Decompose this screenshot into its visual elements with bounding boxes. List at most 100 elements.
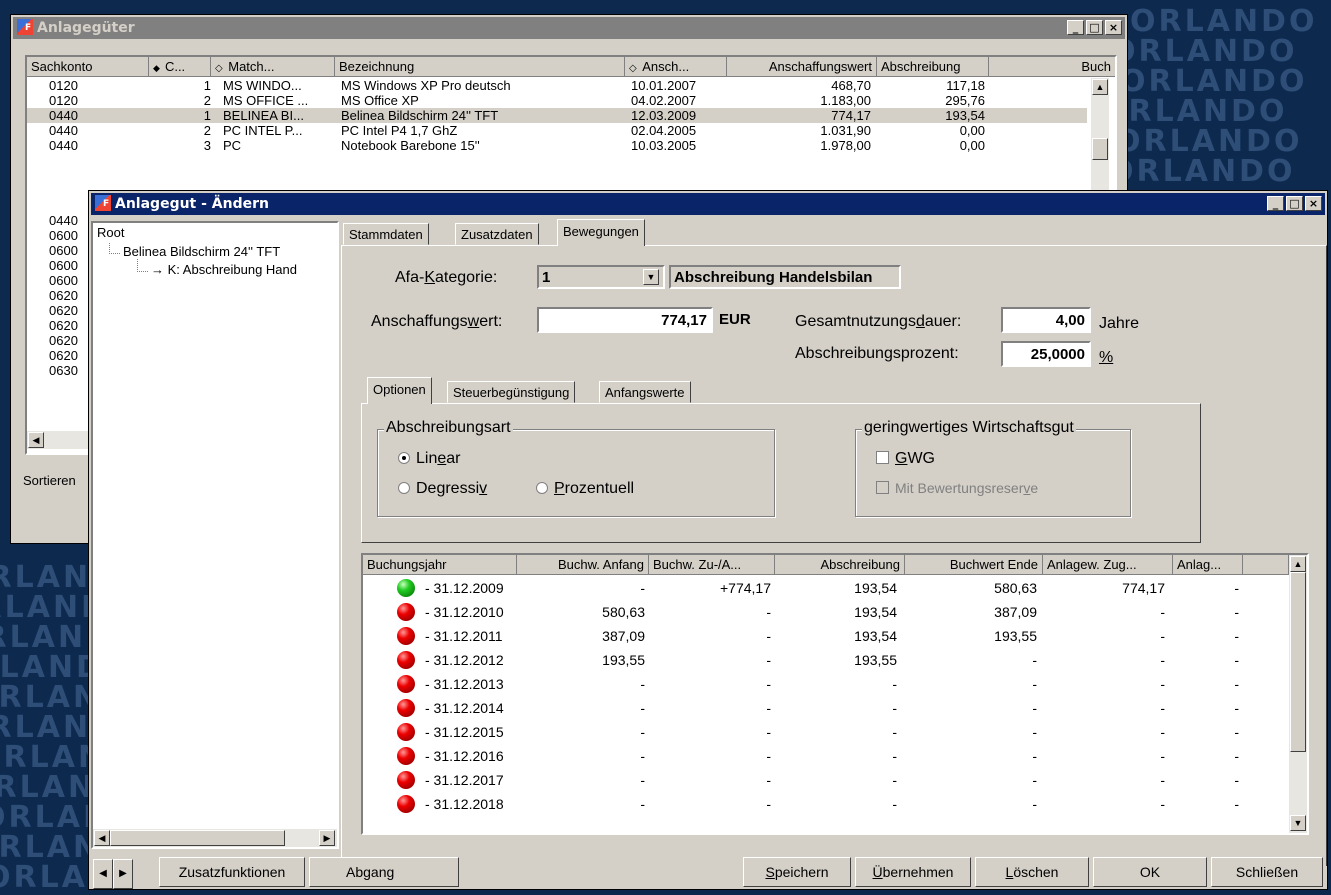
ok-button[interactable]: OK	[1093, 857, 1207, 887]
schliessen-button[interactable]: Schließen	[1211, 857, 1323, 887]
radio-checked-icon[interactable]	[398, 452, 410, 464]
scrollbar-thumb[interactable]	[1290, 572, 1306, 752]
table-row[interactable]: - 31.12.2011 387,09 - 193,54 193,55 - -	[363, 624, 1287, 648]
table-row[interactable]: - 31.12.2014 - - - - - -	[363, 696, 1287, 720]
tree-root[interactable]: Root	[97, 225, 124, 240]
close-button[interactable]: ×	[1105, 20, 1122, 35]
minimize-button[interactable]: _	[1067, 20, 1084, 35]
bewegungen-table[interactable]: Buchungsjahr Buchw. Anfang Buchw. Zu-/A.…	[361, 553, 1309, 835]
konto-cell: 0630	[49, 363, 78, 378]
tree-horizontal-scrollbar[interactable]: ◀ ▶	[93, 829, 337, 847]
buchungsjahr-cell: - 31.12.2014	[425, 700, 504, 716]
loeschen-button[interactable]: Löschen	[975, 857, 1089, 887]
anlag-cell: -	[1234, 796, 1239, 812]
abschreibungsprozent-input[interactable]: 25,0000	[1001, 341, 1091, 367]
tree-item-kategorie[interactable]: → K: Abschreibung Hand	[151, 262, 297, 277]
column-header[interactable]: ◇ Match...	[211, 57, 335, 77]
table-row[interactable]: - 31.12.2009 - +774,17 193,54 580,63 774,17 -	[363, 576, 1287, 600]
tab-optionen[interactable]: Optionen	[367, 377, 432, 404]
checkbox-gwg[interactable]: GWG	[876, 450, 935, 468]
tab-steuerbeguenstigung[interactable]: Steuerbegünstigung	[447, 381, 576, 403]
dropdown-arrow-icon[interactable]: ▼	[643, 269, 659, 285]
buchw-anfang-cell: -	[640, 772, 645, 788]
column-header[interactable]: Abschreibung	[775, 555, 905, 575]
buchungsjahr-cell: - 31.12.2013	[425, 676, 504, 692]
column-header[interactable]: Buchw. Anfang	[517, 555, 649, 575]
column-header[interactable]: Buchungsjahr	[363, 555, 517, 575]
table-row[interactable]: - 31.12.2012 193,55 - 193,55 - - -	[363, 648, 1287, 672]
list-row[interactable]: 0440 1 BELINEA BI... Belinea Bildschirm 24'…	[27, 108, 1087, 123]
gesamtnutzungsdauer-input[interactable]: 4,00	[1001, 307, 1091, 333]
column-header[interactable]: Anlagew. Zug...	[1043, 555, 1173, 575]
table-row[interactable]: - 31.12.2016 - - - - - -	[363, 744, 1287, 768]
table-vertical-scrollbar[interactable]: ▲ ▼	[1289, 555, 1307, 833]
table-row[interactable]: - 31.12.2010 580,63 - 193,54 387,09 - -	[363, 600, 1287, 624]
datum-cell: 10.01.2007	[631, 78, 697, 93]
anlagew-zug-cell: -	[1160, 604, 1165, 620]
column-header[interactable]: Buch	[989, 57, 1115, 77]
column-header[interactable]: Bezeichnung	[335, 57, 625, 77]
list-row[interactable]: 0440 3 PC Notebook Barebone 15'' 10.03.2005 1…	[27, 138, 1087, 153]
tab-bewegungen[interactable]: Bewegungen	[557, 219, 645, 246]
radio-linear[interactable]: Linear	[398, 450, 461, 468]
zusatzfunktionen-button[interactable]: Zusatzfunktionen	[159, 857, 305, 887]
column-header[interactable]: Anlag...	[1173, 555, 1243, 575]
radio-prozentuell[interactable]: Prozentuell	[536, 480, 634, 498]
table-row[interactable]: - 31.12.2018 - - - - - -	[363, 792, 1287, 816]
abschreibung-cell: -	[892, 748, 897, 764]
tab-anfangswerte[interactable]: Anfangswerte	[599, 381, 691, 403]
column-header[interactable]: Sachkonto	[27, 57, 149, 77]
scroll-up-arrow[interactable]: ▲	[1290, 556, 1306, 572]
maximize-button[interactable]: □	[1086, 20, 1103, 35]
buchw-anfang-cell: -	[640, 724, 645, 740]
column-header[interactable]: ◇ Ansch...	[625, 57, 727, 77]
maximize-button[interactable]: □	[1286, 196, 1303, 211]
close-button[interactable]: ×	[1305, 196, 1322, 211]
prev-record-button[interactable]: ◀	[93, 859, 113, 889]
list-row[interactable]: 0120 2 MS OFFICE ... MS Office XP 04.02.2007…	[27, 93, 1087, 108]
abgang-button[interactable]: Abgang	[309, 857, 459, 887]
tab-stammdaten[interactable]: Stammdaten	[343, 223, 429, 245]
scroll-right-arrow[interactable]: ▶	[319, 830, 335, 846]
tab-zusatzdaten[interactable]: Zusatzdaten	[455, 223, 539, 245]
afa-kategorie-dropdown[interactable]: 1 ▼	[537, 265, 665, 289]
konto-cell: 0440	[49, 108, 78, 123]
table-row[interactable]: - 31.12.2013 - - - - - -	[363, 672, 1287, 696]
anlagew-zug-cell: -	[1160, 724, 1165, 740]
next-record-button[interactable]: ▶	[113, 859, 133, 889]
minimize-button[interactable]: _	[1267, 196, 1284, 211]
radio-unchecked-icon[interactable]	[398, 482, 410, 494]
uebernehmen-button[interactable]: Übernehmen	[855, 857, 971, 887]
anschaffungswert-cell: 1.978,00	[820, 138, 871, 153]
table-row[interactable]: - 31.12.2017 - - - - - -	[363, 768, 1287, 792]
table-row[interactable]: - 31.12.2015 - - - - - -	[363, 720, 1287, 744]
checkbox-icon[interactable]	[876, 451, 889, 464]
scroll-left-arrow[interactable]: ◀	[94, 830, 110, 846]
tree-item-asset[interactable]: Belinea Bildschirm 24'' TFT	[123, 244, 280, 259]
dialog-titlebar[interactable]: F Anlagegut - Ändern _ □ ×	[91, 193, 1325, 215]
buchw-zu-cell: +774,17	[720, 580, 771, 596]
scroll-up-arrow[interactable]: ▲	[1092, 79, 1108, 95]
column-header[interactable]: Abschreibung	[877, 57, 989, 77]
scroll-left-arrow[interactable]: ◀	[28, 432, 44, 448]
radio-unchecked-icon[interactable]	[536, 482, 548, 494]
anschaffungswert-input[interactable]: 774,17	[537, 307, 713, 333]
column-header[interactable]: ◆ C...	[149, 57, 211, 77]
tree-view[interactable]: Root Belinea Bildschirm 24'' TFT → K: Ab…	[91, 221, 339, 849]
list-row[interactable]: 0440 2 PC INTEL P... PC Intel P4 1,7 GhZ 02.…	[27, 123, 1087, 138]
scrollbar-thumb[interactable]	[1092, 138, 1108, 160]
anlag-cell: -	[1234, 580, 1239, 596]
column-header[interactable]: Anschaffungswert	[727, 57, 877, 77]
list-row[interactable]: 0120 1 MS WINDO... MS Windows XP Pro deutsc…	[27, 78, 1087, 93]
app-icon: F	[17, 19, 33, 35]
anlagegueter-titlebar[interactable]: F Anlagegüter _ □ ×	[13, 17, 1125, 39]
column-header[interactable]: Buchwert Ende	[905, 555, 1043, 575]
speichern-button[interactable]: Speichern	[743, 857, 851, 887]
vertical-scrollbar[interactable]: ▲	[1091, 78, 1109, 198]
column-header[interactable]: Buchw. Zu-/A...	[649, 555, 775, 575]
scrollbar-thumb[interactable]	[110, 830, 285, 846]
scroll-down-arrow[interactable]: ▼	[1290, 815, 1306, 831]
buchw-anfang-cell: -	[640, 700, 645, 716]
anlagew-zug-cell: 774,17	[1122, 580, 1165, 596]
radio-degressiv[interactable]: Degressiv	[398, 480, 487, 498]
